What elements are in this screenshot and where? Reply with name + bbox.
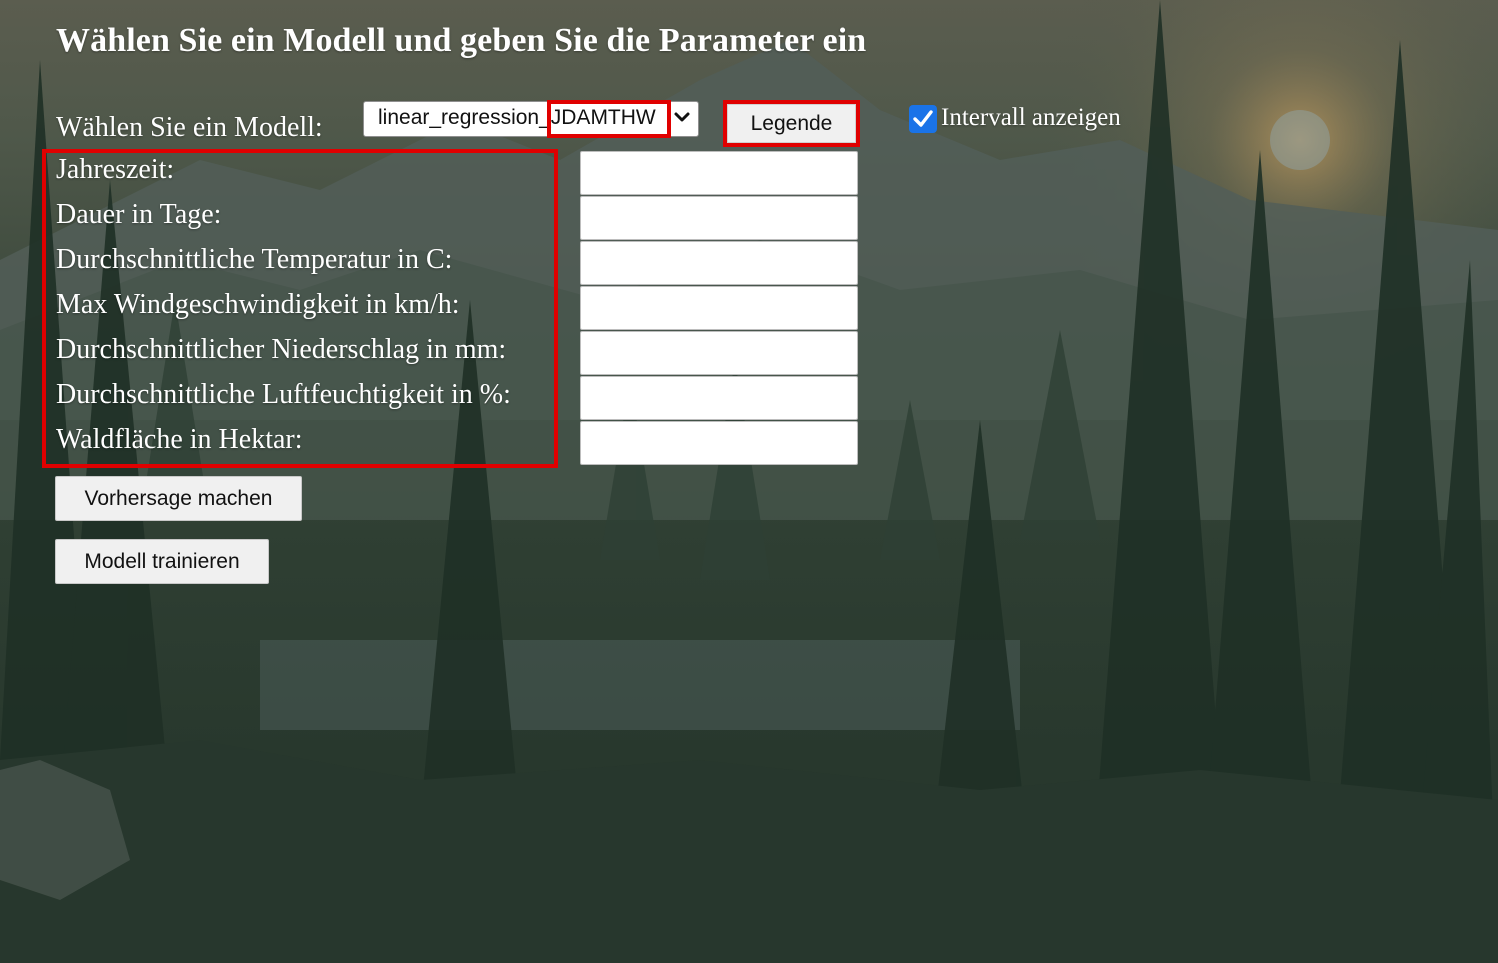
param-label-luftfeuchtigkeit: Durchschnittliche Luftfeuchtigkeit in %: (56, 379, 511, 410)
interval-checkbox-label[interactable]: Intervall anzeigen (941, 104, 1121, 132)
param-label-dauer: Dauer in Tage: (56, 199, 222, 230)
model-select-label: Wählen Sie ein Modell: (56, 112, 323, 143)
param-label-windgeschwindigkeit: Max Windgeschwindigkeit in km/h: (56, 289, 460, 320)
train-model-button[interactable]: Modell trainieren (55, 539, 269, 584)
legend-button[interactable]: Legende (723, 100, 860, 147)
checkmark-icon (913, 110, 933, 127)
param-input-luftfeuchtigkeit[interactable] (580, 376, 858, 420)
param-input-temperatur[interactable] (580, 241, 858, 285)
param-input-waldflaeche[interactable] (580, 421, 858, 465)
app-root: Wählen Sie ein Modell und geben Sie die … (0, 0, 1498, 963)
param-label-waldflaeche: Waldfläche in Hektar: (56, 424, 303, 455)
model-suffix-highlight (547, 100, 671, 138)
param-label-temperatur: Durchschnittliche Temperatur in C: (56, 244, 453, 275)
param-label-niederschlag: Durchschnittlicher Niederschlag in mm: (56, 334, 507, 365)
param-input-niederschlag[interactable] (580, 331, 858, 375)
chevron-down-icon (673, 106, 691, 128)
param-input-dauer[interactable] (580, 196, 858, 240)
interval-checkbox[interactable] (909, 105, 937, 133)
param-input-windgeschwindigkeit[interactable] (580, 286, 858, 330)
param-input-jahreszeit[interactable] (580, 151, 858, 195)
page-title: Wählen Sie ein Modell und geben Sie die … (56, 22, 867, 59)
predict-button[interactable]: Vorhersage machen (55, 476, 302, 521)
param-label-jahreszeit: Jahreszeit: (56, 154, 175, 185)
